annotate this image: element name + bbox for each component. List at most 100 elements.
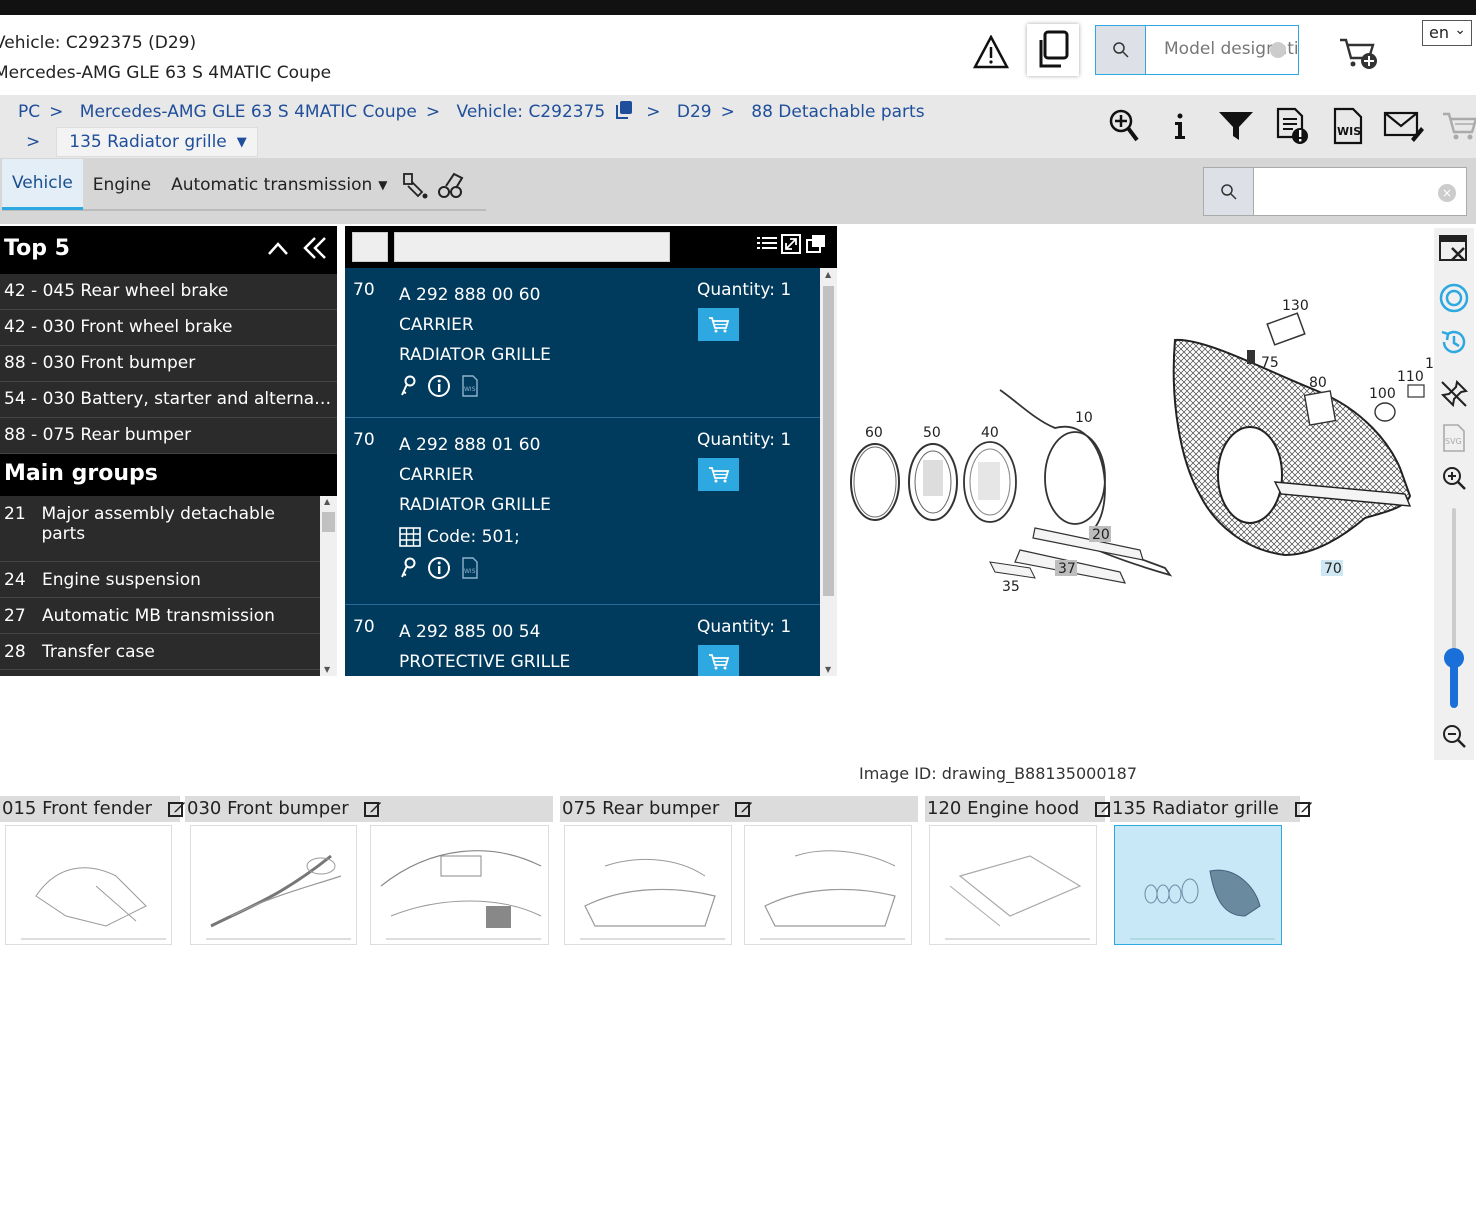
add-cart-icon[interactable] <box>1338 36 1380 72</box>
top5-item[interactable]: 54 - 030 Battery, starter and alternator… <box>0 382 337 418</box>
clear-icon[interactable]: × <box>1438 184 1456 202</box>
filter-icon[interactable] <box>1208 103 1264 149</box>
breadcrumb-item-pc[interactable]: PC <box>18 102 40 122</box>
exploded-drawing[interactable]: 130 75 80 110 100 1 60 50 40 10 20 37 35… <box>845 250 1435 630</box>
search-icon[interactable] <box>1204 168 1254 215</box>
scroll-up-icon[interactable]: ▲ <box>825 270 831 279</box>
top5-item[interactable]: 42 - 030 Front wheel brake <box>0 310 337 346</box>
list-item[interactable]: 28 Transfer case <box>0 634 320 670</box>
callout-37[interactable]: 37 <box>1058 561 1076 577</box>
unpin-icon[interactable] <box>1436 376 1472 412</box>
sensor-130[interactable] <box>1266 312 1306 346</box>
emblem-50[interactable] <box>908 443 958 521</box>
drawing-thumbnail[interactable] <box>744 825 912 945</box>
part-search-input[interactable] <box>1254 168 1466 215</box>
edit-icon[interactable] <box>364 800 382 818</box>
subgroup-label-135[interactable]: 135 Radiator grille <box>1110 796 1312 822</box>
part-row[interactable]: 70 A 292 885 00 54 PROTECTIVE GRILLE Qua… <box>345 605 820 676</box>
callout-40[interactable]: 40 <box>981 425 999 441</box>
wis-doc-icon[interactable]: WIS <box>461 375 479 397</box>
warning-icon[interactable] <box>973 35 1009 69</box>
tools-icon[interactable] <box>433 165 469 205</box>
paint-icon[interactable] <box>397 165 433 205</box>
drawing-thumbnail-selected[interactable] <box>1114 825 1282 945</box>
subgroup-label-015[interactable]: 015 Front fender <box>0 796 185 822</box>
callout-100[interactable]: 100 <box>1369 386 1396 402</box>
scrollbar-thumb[interactable] <box>322 512 335 532</box>
callout-110[interactable]: 110 <box>1397 369 1424 385</box>
top5-item[interactable]: 88 - 030 Front bumper <box>0 346 337 382</box>
bracket-110[interactable] <box>1407 384 1425 398</box>
wis-doc-icon[interactable]: WIS <box>461 557 479 579</box>
tab-vehicle[interactable]: Vehicle <box>2 159 83 210</box>
module-80[interactable] <box>1303 390 1337 426</box>
scrollbar-thumb[interactable] <box>823 286 834 596</box>
part-number[interactable]: A 292 885 00 54 <box>399 617 570 647</box>
scroll-down-icon[interactable]: ▼ <box>825 665 831 674</box>
scrollbar[interactable]: ▲ ▼ <box>820 268 837 676</box>
zoom-out-icon[interactable] <box>1436 718 1472 754</box>
subgroup-dropdown[interactable]: 135 Radiator grille ▼ <box>56 127 258 157</box>
callout-75[interactable]: 75 <box>1261 355 1279 371</box>
parts-filter-input[interactable] <box>394 232 670 262</box>
emblem-40[interactable] <box>963 441 1017 523</box>
list-item[interactable]: 27 Automatic MB transmission <box>0 598 320 634</box>
drawing-thumbnail[interactable] <box>5 825 172 945</box>
subgroup-label-030[interactable]: 030 Front bumper <box>185 796 553 822</box>
mail-edit-icon[interactable] <box>1376 103 1432 149</box>
tab-engine[interactable]: Engine <box>83 159 161 210</box>
list-item[interactable]: 21 Major assembly detachable parts <box>0 496 320 562</box>
copy-icon[interactable] <box>614 100 634 120</box>
add-to-cart-button[interactable] <box>698 645 739 676</box>
breadcrumb-item-vehicle[interactable]: Vehicle: C292375 <box>457 102 606 122</box>
double-chevron-left-icon[interactable] <box>303 236 327 260</box>
add-to-cart-button[interactable] <box>698 308 739 341</box>
cart-icon[interactable] <box>1432 103 1476 149</box>
history-icon[interactable] <box>1436 324 1472 360</box>
edit-icon[interactable] <box>167 800 186 818</box>
edit-icon[interactable] <box>735 800 753 818</box>
parts-filter-box[interactable] <box>352 232 388 262</box>
sensor-100[interactable] <box>1374 402 1396 422</box>
info-icon[interactable] <box>1152 103 1208 149</box>
breadcrumb-item-d29[interactable]: D29 <box>677 102 712 122</box>
grille-70[interactable] <box>1172 338 1412 557</box>
part-number[interactable]: A 292 888 00 60 <box>399 280 551 310</box>
add-to-cart-button[interactable] <box>698 458 739 491</box>
copy-button[interactable] <box>1027 24 1079 76</box>
scrollbar[interactable]: ▲ ▼ <box>320 496 337 676</box>
zoom-in-icon[interactable] <box>1436 460 1472 496</box>
callout-10[interactable]: 10 <box>1075 410 1093 426</box>
drawing-thumbnail[interactable] <box>370 825 549 945</box>
expand-icon[interactable] <box>781 234 801 254</box>
subgroup-label-075[interactable]: 075 Rear bumper <box>560 796 918 822</box>
model-search[interactable]: Model designation <box>1095 25 1299 75</box>
callout-35[interactable]: 35 <box>1002 579 1020 595</box>
document-alert-icon[interactable] <box>1264 103 1320 149</box>
windows-icon[interactable] <box>805 234 827 254</box>
clip-75[interactable] <box>1247 350 1255 364</box>
breadcrumb-item-group[interactable]: 88 Detachable parts <box>751 102 924 122</box>
part-row[interactable]: 70 A 292 888 00 60 CARRIER RADIATOR GRIL… <box>345 268 820 418</box>
callout-70[interactable]: 70 <box>1324 561 1342 577</box>
zoom-slider-handle[interactable] <box>1444 648 1464 668</box>
list-icon[interactable] <box>757 234 777 254</box>
info-circle-icon[interactable] <box>427 556 451 580</box>
drawing-thumbnail[interactable] <box>190 825 357 945</box>
breadcrumb-item-model[interactable]: Mercedes-AMG GLE 63 S 4MATIC Coupe <box>80 102 417 122</box>
scroll-up-icon[interactable]: ▲ <box>324 497 330 506</box>
key-icon[interactable] <box>399 375 417 397</box>
subgroup-label-120[interactable]: 120 Engine hood <box>925 796 1113 822</box>
clear-icon[interactable] <box>1270 42 1286 58</box>
wis-icon[interactable]: WIS <box>1320 103 1376 149</box>
part-row[interactable]: 70 A 292 888 01 60 CARRIER RADIATOR GRIL… <box>345 418 820 605</box>
close-window-icon[interactable] <box>1436 232 1472 268</box>
part-search[interactable]: × <box>1203 167 1467 216</box>
zoom-in-icon[interactable] <box>1096 103 1152 149</box>
tab-transmission[interactable]: Automatic transmission ▼ <box>161 159 397 210</box>
callout-80[interactable]: 80 <box>1309 375 1327 391</box>
callout-20[interactable]: 20 <box>1092 527 1110 543</box>
search-icon[interactable] <box>1096 26 1146 74</box>
callout-60[interactable]: 60 <box>865 425 883 441</box>
svg-export-icon[interactable]: SVG <box>1436 420 1472 456</box>
